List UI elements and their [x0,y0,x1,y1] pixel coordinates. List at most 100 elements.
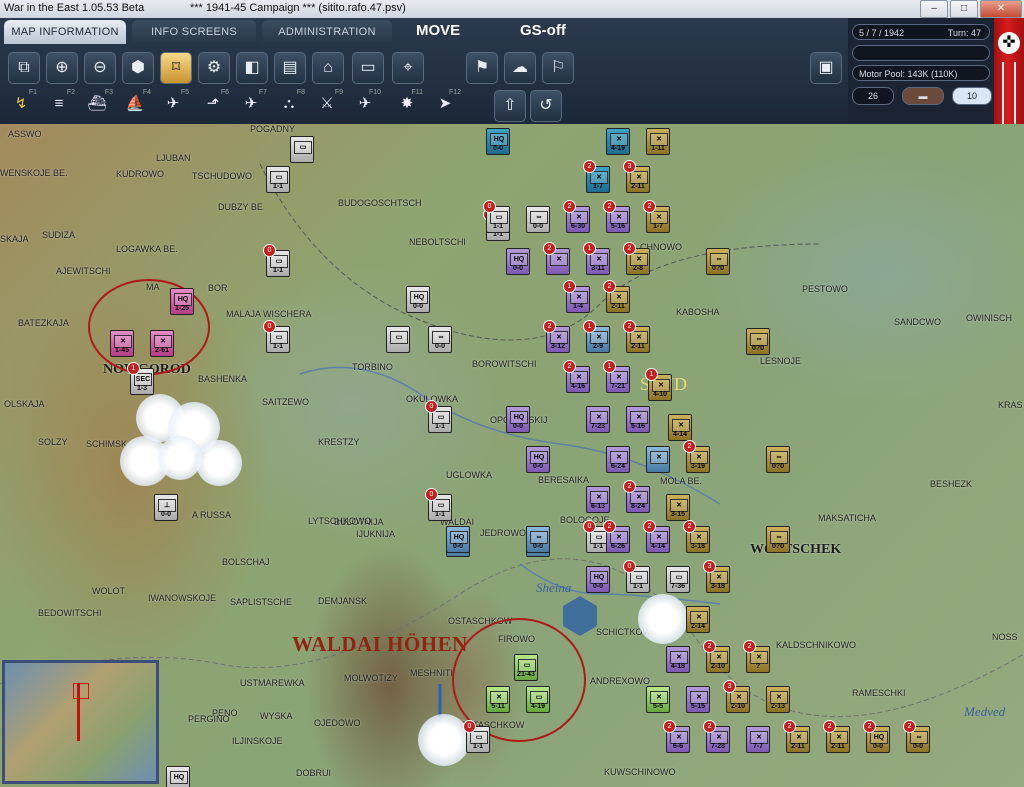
unit-counter[interactable]: ✕ 7-23 [586,406,610,433]
unit-frame-button[interactable]: ⌑ [160,52,192,84]
unit-counter[interactable]: ✕ 2-10 2 [703,640,730,673]
airbase-button[interactable]: ⛬ F8 [272,89,306,118]
unit-counter[interactable]: ✕ 7-28 2 [703,720,730,753]
unit-counter[interactable]: ✕ 2-8 2 [623,242,650,275]
windows-button[interactable]: ⧉ [8,52,40,84]
air-attack-button[interactable]: ✈ F10 [348,89,382,118]
unit-counter[interactable]: ▭ 1-1 [266,166,290,193]
unit-counter[interactable]: ∞ 0?0 [746,328,770,355]
air-transport-button[interactable]: ✈ F7 [234,89,268,118]
unit-counter[interactable]: ▭ [290,136,314,163]
unit-counter[interactable]: ✕ [646,446,670,473]
unit-counter[interactable]: ✕ 3-12 2 [543,320,570,353]
unit-counter[interactable]: ✕ 6-30 2 [563,200,590,233]
unit-counter[interactable]: ✕ 2-11 2 [603,280,630,313]
unit-counter[interactable]: HQ0-0 [406,286,430,313]
air-recon-button[interactable]: ✈ F5 [156,89,190,118]
unit-counter[interactable]: ∞0-0 [526,526,550,553]
tab-map-information[interactable]: MAP INFORMATION [4,20,126,44]
unit-counter[interactable]: ✕ 2-11 3 [623,160,650,193]
unit-counter[interactable]: ⊥ 0-0 [154,494,178,521]
tab-info-screens[interactable]: INFO SCREENS [132,20,256,44]
unit-counter[interactable]: ✕ 4-14 [668,414,692,441]
unit-counter[interactable]: HQ 1-25 [170,288,194,315]
upload-button[interactable]: ⇧ [494,90,526,122]
unit-counter[interactable]: ∞ 0-0 2 [903,720,930,753]
unit-counter[interactable]: HQ0-0 [506,248,530,275]
unit-counter[interactable]: ✕ 2-11 2 [623,320,650,353]
unit-counter[interactable]: ∞ 0?0 [766,446,790,473]
maximize-button[interactable]: □ [950,0,978,18]
unit-counter[interactable]: ✕ 2-9 1 [583,320,610,353]
unit-counter[interactable]: ✕ 8-24 2 [623,480,650,513]
unit-counter[interactable]: ✕ 6-6 2 [663,720,690,753]
unit-counter[interactable]: ∞ 0?0 [706,248,730,275]
unit-counter[interactable]: ∞ 0?0 [766,526,790,553]
weather-button[interactable]: ☁ [504,52,536,84]
hex-grid-button[interactable]: ⬢ [122,52,154,84]
unit-counter[interactable]: ✕ 2 [543,242,570,275]
unit-counter[interactable]: HQ0-0 [526,446,550,473]
gear-button[interactable]: ⚙ [198,52,230,84]
unit-counter[interactable]: ✕ 7-21 1 [603,360,630,393]
value-box[interactable]: 10 [952,87,992,105]
unit-counter[interactable]: ✕ 5-16 [626,406,650,433]
rail-button[interactable]: ≡ F2 [42,89,76,118]
flag-button[interactable]: ⚐ [542,52,574,84]
hq-button[interactable]: ▤ [274,52,306,84]
unit-counter[interactable]: ✕ 3-18 2 [683,520,710,553]
unit-counter[interactable]: ✕ 7-7 [746,726,770,753]
unit-counter[interactable]: ✕ 2-10 3 [723,680,750,713]
unit-counter[interactable]: ✕ 6-26 2 [603,520,630,553]
bombing-button[interactable]: ✸ F11 [390,89,424,118]
unit-counter[interactable]: ✕ 6-24 [606,446,630,473]
unit-counter[interactable]: ✕ 1-7 2 [583,160,610,193]
tab-administration[interactable]: ADMINISTRATION [262,20,392,44]
unit-counter[interactable]: ▭ 4-19 [526,686,550,713]
rectangle-button[interactable]: ▭ [352,52,384,84]
unit-counter[interactable]: ▭ 21-43 [514,654,538,681]
move-mode-button[interactable]: ↯ F1 [4,89,38,118]
unit-counter[interactable]: HQ 0-0 2 [863,720,890,753]
gs-mode-label[interactable]: GS-off [520,22,566,39]
unit-counter[interactable]: ✕ 2-13 [766,686,790,713]
unit-counter[interactable]: ✕ 6-13 [586,486,610,513]
unit-counter[interactable]: ✕ 5-16 2 [603,200,630,233]
unit-counter[interactable]: ✕ 2-11 2 [783,720,810,753]
move-mode-label[interactable]: MOVE [416,22,460,39]
unit-counter[interactable]: ✕ 2-14 [686,606,710,633]
unit-counter[interactable]: SEC 1-3 1 [127,362,154,395]
naval-button[interactable]: ⛴ F3 [80,89,114,118]
unit-counter[interactable]: ✕ 5-15 [686,686,710,713]
unit-counter[interactable]: ✕ 3-18 3 [703,560,730,593]
compass-button[interactable]: ➤ F12 [428,89,462,118]
unit-counter[interactable]: HQ0-0 [446,526,470,553]
unit-counter[interactable]: ∞0-0 [526,206,550,233]
ship-button[interactable]: ⛵ F4 [118,89,152,118]
fortification-button[interactable]: ⌖ [392,52,424,84]
unit-counter[interactable]: ▭1-10 [463,720,490,753]
zoom-in-button[interactable]: ⊕ [46,52,78,84]
unit-counter[interactable]: ✕ 1-45 [110,330,134,357]
unit-counter[interactable]: ✕ 5-11 [486,686,510,713]
unit-counter[interactable]: ▭1-10 [425,400,452,433]
unit-counter[interactable]: HQ [166,766,190,787]
unit-counter[interactable]: ✕ 4-19 [606,128,630,155]
zoom-out-button[interactable]: ⊖ [84,52,116,84]
unit-counter[interactable]: ▭1-10 [483,200,510,233]
unit-counter[interactable]: ✕ 4-14 2 [643,520,670,553]
unit-counter[interactable]: ▭ 7-36 [666,566,690,593]
unit-counter[interactable]: ▭1-10 [425,488,452,521]
unit-counter[interactable]: ✕ 5-5 [646,686,670,713]
paradrop-button[interactable]: ⚔ F9 [310,89,344,118]
unit-display-button[interactable]: ◧ [236,52,268,84]
unit-counter[interactable]: ✕ 2-11 2 [823,720,850,753]
unit-counter[interactable]: HQ0-0 [506,406,530,433]
close-button[interactable]: ✕ [980,0,1022,18]
unit-counter[interactable]: ▭1-10 [623,560,650,593]
unit-counter[interactable]: HQ0-0 [486,128,510,155]
unit-counter[interactable]: ▭ [386,326,410,353]
unit-counter[interactable]: ✕ 3-11 1 [583,242,610,275]
unit-counter[interactable]: ✕ 1-4 1 [563,280,590,313]
unit-counter[interactable]: ✕ 2-61 [150,330,174,357]
